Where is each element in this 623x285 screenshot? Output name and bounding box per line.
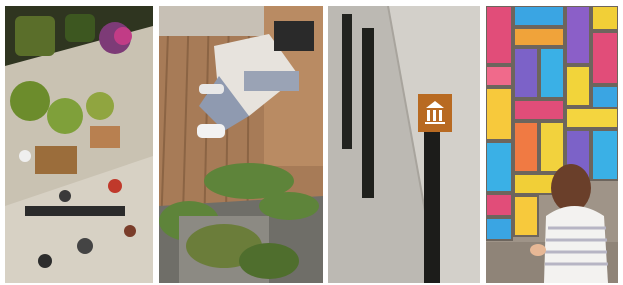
- photo-wooden-deck-person: [159, 6, 323, 283]
- photo-aerial-plaza: [5, 6, 153, 283]
- child-hair: [551, 164, 591, 212]
- photo-street-bollards: [328, 6, 480, 283]
- deck-illustration: [159, 6, 323, 283]
- plaza-illustration: [5, 6, 153, 283]
- bollards-illustration: [328, 6, 480, 283]
- chalk-bricks-illustration: [486, 6, 618, 283]
- photo-chalk-drawing-child: [486, 6, 618, 283]
